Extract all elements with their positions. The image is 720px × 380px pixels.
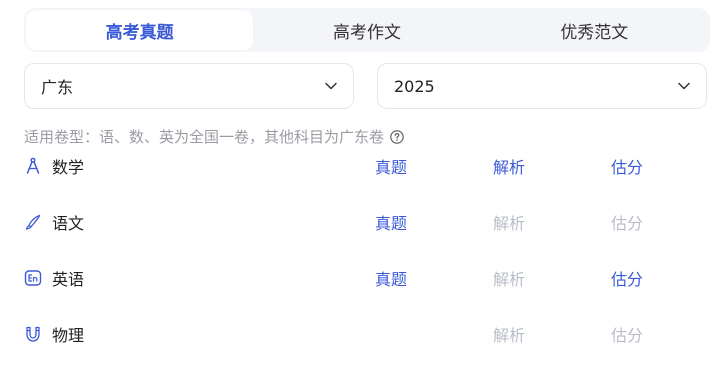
exam-tabs: 高考真题 高考作文 优秀范文 [24,8,710,52]
paper-type-note-text: 适用卷型：语、数、英为全国一卷，其他科目为广东卷 [24,128,385,146]
brush-icon [24,213,42,231]
compass-icon [24,157,42,175]
paper-link[interactable]: 真题 [366,154,416,178]
analysis-link: 解析 [492,214,525,233]
en-icon [24,269,42,287]
analysis-link: 解析 [492,326,525,345]
subject-name: 英语 [52,270,85,289]
score-estimate-link: 估分 [610,214,643,233]
subject-row-english: 英语 真题 解析 估分 [24,264,704,292]
help-icon[interactable] [390,129,404,144]
analysis-link[interactable]: 解析 [484,154,534,178]
paper-link[interactable]: 真题 [366,266,416,290]
chevron-down-icon [676,78,692,94]
score-estimate-link: 估分 [610,326,643,345]
province-value: 广东 [41,78,74,97]
chevron-down-icon [323,78,339,94]
tab-gaokao-essays[interactable]: 高考作文 [253,10,480,50]
tab-model-essays[interactable]: 优秀范文 [481,10,708,50]
subject-row-math: 数学 真题 解析 估分 [24,152,704,180]
province-select[interactable]: 广东 [24,63,354,109]
paper-type-note: 适用卷型：语、数、英为全国一卷，其他科目为广东卷 [24,126,404,147]
score-estimate-link[interactable]: 估分 [602,266,652,290]
subject-name: 数学 [52,158,85,177]
paper-link[interactable]: 真题 [366,210,416,234]
subject-row-physics: 物理 解析 估分 [24,320,704,348]
analysis-link: 解析 [492,270,525,289]
subject-row-chinese: 语文 真题 解析 估分 [24,208,704,236]
magnet-icon [24,325,42,343]
subject-name: 语文 [52,214,85,233]
year-select[interactable]: 2025 [377,63,707,109]
tab-gaokao-papers[interactable]: 高考真题 [26,10,254,50]
year-value: 2025 [394,76,435,96]
subject-name: 物理 [52,326,85,345]
score-estimate-link[interactable]: 估分 [602,154,652,178]
